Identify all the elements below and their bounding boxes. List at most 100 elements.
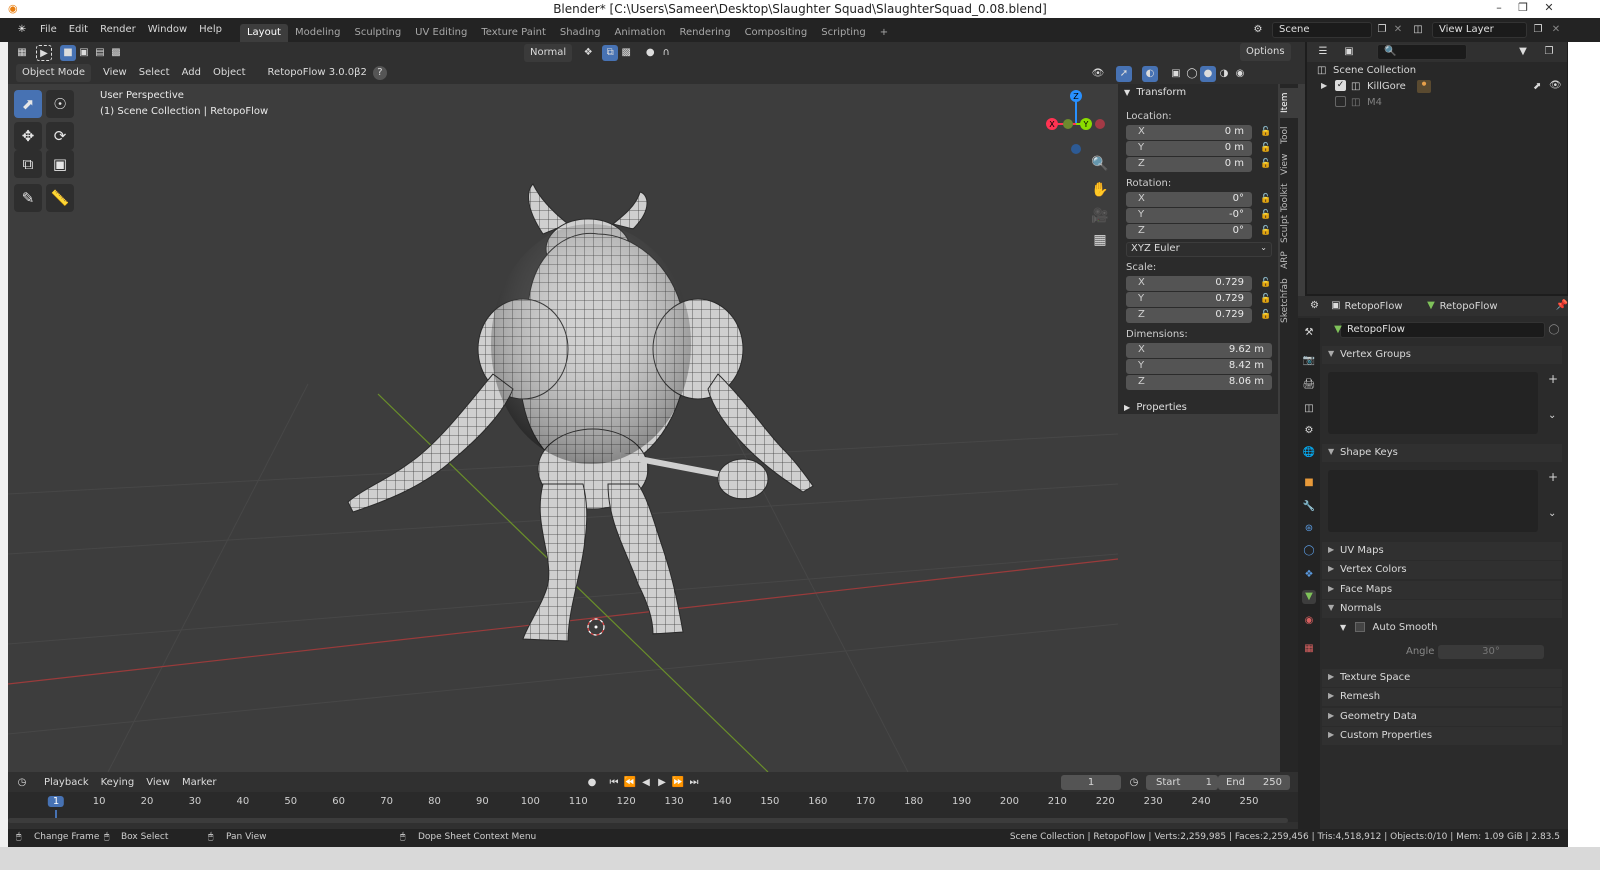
- section-uv-maps[interactable]: ▶ UV Maps: [1322, 542, 1562, 560]
- eye-icon[interactable]: 👁: [1549, 80, 1562, 91]
- zoom-icon[interactable]: 🔍: [1090, 156, 1110, 172]
- tab-arp[interactable]: ARP: [1280, 248, 1298, 272]
- scale-tool[interactable]: ⧉: [14, 150, 42, 178]
- visibility-icon[interactable]: 👁: [1090, 66, 1106, 82]
- section-custom-properties[interactable]: ▶ Custom Properties: [1322, 727, 1562, 745]
- menu-keying[interactable]: Keying: [95, 774, 141, 792]
- help-icon[interactable]: ?: [372, 66, 387, 80]
- auto-smooth-checkbox[interactable]: [1355, 622, 1366, 632]
- select-intersect-icon[interactable]: ▩: [108, 45, 124, 61]
- menu-help[interactable]: Help: [193, 20, 228, 40]
- tab-tool[interactable]: Tool: [1280, 122, 1298, 148]
- select-extend-icon[interactable]: ▣: [76, 45, 92, 61]
- lock-icon[interactable]: 🔓: [1260, 310, 1271, 320]
- falloff-icon[interactable]: ∩: [658, 45, 674, 61]
- dimension-x-field[interactable]: X 9.62 m: [1126, 343, 1272, 358]
- section-remesh[interactable]: ▶ Remesh: [1322, 688, 1562, 706]
- pivot-icon[interactable]: ❖: [580, 45, 596, 61]
- editor-type-icon[interactable]: ▦: [14, 45, 30, 61]
- clock-icon[interactable]: ◷: [14, 775, 30, 791]
- scene-selector[interactable]: Scene: [1272, 22, 1372, 38]
- material-shading-icon[interactable]: ◑: [1216, 66, 1232, 82]
- select-arrow-icon[interactable]: ⬈: [1533, 81, 1541, 92]
- new-view-layer-icon[interactable]: ❐: [1530, 22, 1546, 38]
- lock-icon[interactable]: 🔓: [1260, 194, 1271, 204]
- outliner-item-killgore[interactable]: ▶ ✓ ◫ KillGore ⚫ ⬈ 👁: [1307, 79, 1567, 95]
- display-mode-icon[interactable]: ▣: [1341, 44, 1357, 60]
- outliner-search-input[interactable]: 🔍: [1377, 44, 1467, 60]
- lock-icon[interactable]: 🔓: [1260, 127, 1271, 137]
- chevron-down-icon[interactable]: ⌄: [1548, 508, 1556, 519]
- mesh-data-selector[interactable]: RetopoFlow: [1340, 322, 1545, 338]
- location-z-field[interactable]: Z0 m: [1126, 157, 1252, 172]
- prev-keyframe-icon[interactable]: ⏪: [622, 775, 638, 791]
- close-button[interactable]: ✕: [1538, 1, 1560, 14]
- perspective-grid-icon[interactable]: ▦: [1090, 232, 1110, 248]
- scene-icon[interactable]: ⚙: [1250, 22, 1266, 38]
- scale-z-field[interactable]: Z 0.729: [1126, 308, 1252, 323]
- select-mode-icon[interactable]: ▶: [36, 45, 52, 61]
- texture-tab-icon[interactable]: ▦: [1302, 642, 1316, 656]
- expand-arrow-icon[interactable]: ▶: [1321, 81, 1327, 90]
- section-texture-space[interactable]: ▶ Texture Space: [1322, 669, 1562, 687]
- current-frame-marker[interactable]: 1: [47, 796, 65, 807]
- lock-icon[interactable]: 🔓: [1260, 143, 1271, 153]
- object-tab-icon[interactable]: ■: [1302, 476, 1316, 490]
- cursor-tool[interactable]: ☉: [46, 90, 74, 118]
- delete-scene-icon[interactable]: ✕: [1390, 22, 1406, 38]
- section-face-maps[interactable]: ▶ Face Maps: [1322, 581, 1562, 599]
- output-tab-icon[interactable]: 🖨: [1302, 378, 1316, 392]
- new-scene-icon[interactable]: ❐: [1374, 22, 1390, 38]
- blender-logo-icon[interactable]: ✳: [14, 22, 30, 38]
- lock-icon[interactable]: 🔓: [1260, 159, 1271, 169]
- menu-timeline-view[interactable]: View: [140, 774, 176, 792]
- retopoflow-menu[interactable]: RetopoFlow 3.0.0β2: [262, 64, 373, 82]
- modifier-tab-icon[interactable]: 🔧: [1302, 500, 1316, 514]
- render-tab-icon[interactable]: 📷: [1302, 354, 1316, 368]
- tab-item[interactable]: Item: [1280, 88, 1298, 118]
- rotate-tool[interactable]: ⟳: [46, 122, 74, 150]
- snap-icon[interactable]: ⧉: [602, 45, 619, 61]
- preview-range-icon[interactable]: ◷: [1126, 775, 1142, 791]
- timeline-scrollbar[interactable]: [8, 818, 1288, 823]
- next-keyframe-icon[interactable]: ⏩: [670, 775, 686, 791]
- tab-uv-editing[interactable]: UV Editing: [408, 24, 474, 42]
- snap-target-icon[interactable]: ▩: [618, 45, 634, 61]
- lock-icon[interactable]: 🔓: [1260, 210, 1271, 220]
- wireframe-shading-icon[interactable]: ◯: [1184, 66, 1200, 82]
- tab-sculpting[interactable]: Sculpting: [347, 24, 408, 42]
- measure-tool[interactable]: 📏: [46, 184, 74, 212]
- outliner-editor-icon[interactable]: ☰: [1315, 44, 1331, 60]
- vertex-groups-list[interactable]: [1328, 372, 1538, 434]
- checkbox-icon[interactable]: ✓: [1335, 80, 1346, 91]
- camera-icon[interactable]: 🎥: [1090, 208, 1110, 224]
- 3d-viewport[interactable]: Z X Y User Perspective (1) Scene Collect…: [8, 84, 1305, 772]
- section-geometry-data[interactable]: ▶ Geometry Data: [1322, 708, 1562, 726]
- select-new-icon[interactable]: ■: [60, 45, 76, 61]
- transform-orientation-dropdown[interactable]: Normal: [524, 44, 573, 62]
- play-icon[interactable]: ▶: [654, 775, 670, 791]
- object-name[interactable]: RetopoFlow: [1345, 301, 1403, 312]
- menu-file[interactable]: File: [34, 20, 63, 40]
- scene-tab-icon[interactable]: ⚙: [1302, 424, 1316, 438]
- tab-rendering[interactable]: Rendering: [672, 24, 737, 42]
- section-normals[interactable]: ▼ Normals: [1322, 600, 1562, 618]
- menu-select[interactable]: Select: [133, 64, 176, 82]
- select-subtract-icon[interactable]: ▤: [92, 45, 108, 61]
- jump-start-icon[interactable]: ⏮: [606, 775, 622, 791]
- particles-tab-icon[interactable]: ⊛: [1302, 522, 1316, 536]
- section-vertex-groups[interactable]: ▼ Vertex Groups: [1322, 346, 1562, 364]
- location-y-field[interactable]: Y0 m: [1126, 141, 1252, 156]
- mesh-data-tab-icon[interactable]: ▼: [1302, 590, 1316, 604]
- current-frame-field[interactable]: 1: [1061, 775, 1121, 790]
- menu-render[interactable]: Render: [94, 20, 142, 40]
- tab-shading[interactable]: Shading: [553, 24, 608, 42]
- rotation-z-field[interactable]: Z 0°: [1126, 224, 1252, 239]
- dimension-y-field[interactable]: Y 8.42 m: [1126, 359, 1272, 374]
- add-shape-key-icon[interactable]: +: [1548, 470, 1558, 484]
- xray-icon[interactable]: ▣: [1168, 66, 1184, 82]
- lock-icon[interactable]: 🔓: [1260, 278, 1271, 288]
- properties-header[interactable]: ▶ Properties: [1124, 402, 1187, 413]
- options-button[interactable]: Options: [1240, 43, 1291, 61]
- add-vertex-group-icon[interactable]: +: [1548, 372, 1558, 386]
